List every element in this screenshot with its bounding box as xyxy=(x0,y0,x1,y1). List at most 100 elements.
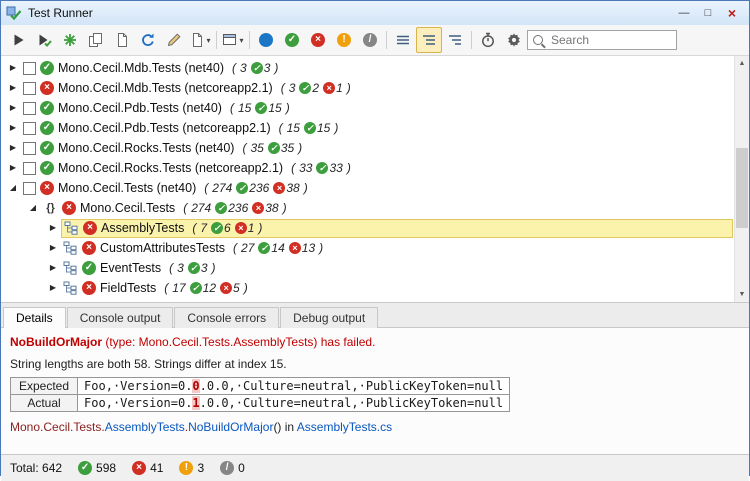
passed-count: ✓236 xyxy=(236,181,269,195)
view-tree-button[interactable] xyxy=(442,27,468,53)
diff-char: 1 xyxy=(192,396,199,410)
timer-button[interactable] xyxy=(475,27,501,53)
expand-icon[interactable]: ▶ xyxy=(5,164,21,172)
row-body: ✓Mono.Cecil.Pdb.Tests (net40)(15✓15) xyxy=(21,98,733,118)
row-body: ✓Mono.Cecil.Rocks.Tests (net40)(35✓35) xyxy=(21,138,733,158)
close-button[interactable]: × xyxy=(720,4,744,22)
status-failed-icon: × xyxy=(40,81,54,95)
test-counts: (3✓3) xyxy=(169,261,215,275)
status-failed-icon: × xyxy=(82,241,96,255)
test-tree-row[interactable]: ▶✓Mono.Cecil.Rocks.Tests (net40)(35✓35) xyxy=(1,138,749,158)
view-flat-button[interactable] xyxy=(390,27,416,53)
tab-debug-output[interactable]: Debug output xyxy=(280,307,378,328)
test-counts: (27✓14×13) xyxy=(233,241,323,255)
expand-icon[interactable]: ▶ xyxy=(5,64,21,72)
search-box[interactable] xyxy=(527,30,677,50)
search-input[interactable] xyxy=(549,32,671,48)
run-checked-tests-button[interactable] xyxy=(31,27,57,53)
failed-icon: × xyxy=(132,461,146,475)
failed-icon: × xyxy=(252,202,264,214)
test-counts: (15✓15) xyxy=(279,121,339,135)
row-checkbox[interactable] xyxy=(23,102,36,115)
refresh-button[interactable] xyxy=(135,27,161,53)
history-dropdown-button[interactable]: ▾ xyxy=(187,27,213,53)
test-counts: (274✓236×38) xyxy=(183,201,286,215)
test-tree-row[interactable]: ▶✓Mono.Cecil.Mdb.Tests (net40)(3✓3) xyxy=(1,58,749,78)
group-by-dropdown-button[interactable]: ▾ xyxy=(220,27,246,53)
settings-button[interactable] xyxy=(501,27,527,53)
diff-label: Actual xyxy=(11,395,78,412)
filter-failed-button[interactable]: × xyxy=(305,27,331,53)
maximize-button[interactable]: □ xyxy=(696,4,720,22)
stack-link[interactable]: AssemblyTests xyxy=(105,420,185,434)
row-checkbox[interactable] xyxy=(23,182,36,195)
stack-link[interactable]: NoBuildOrMajor xyxy=(188,420,273,434)
edit-button[interactable] xyxy=(161,27,187,53)
scrollbar-thumb[interactable] xyxy=(736,148,748,228)
test-tree-row[interactable]: ▶×CustomAttributesTests(27✓14×13) xyxy=(1,238,749,258)
collapse-icon[interactable]: ◢ xyxy=(5,184,21,192)
row-checkbox[interactable] xyxy=(23,82,36,95)
passed-count: ✓3 xyxy=(251,61,271,75)
status-passed-icon: ✓ xyxy=(40,121,54,135)
vertical-scrollbar[interactable]: ▲ ▼ xyxy=(734,56,749,302)
test-name: Mono.Cecil.Rocks.Tests (net40) xyxy=(58,141,234,155)
test-tree-row[interactable]: ▶✓EventTests(3✓3) xyxy=(1,258,749,278)
scroll-up-icon[interactable]: ▲ xyxy=(735,56,749,71)
repeat-run-button[interactable] xyxy=(83,27,109,53)
row-checkbox[interactable] xyxy=(23,142,36,155)
stack-link[interactable]: AssemblyTests.cs xyxy=(297,420,392,434)
row-checkbox[interactable] xyxy=(23,62,36,75)
new-session-button[interactable] xyxy=(57,27,83,53)
test-tree-row[interactable]: ▶×FieldTests(17✓12×5) xyxy=(1,278,749,298)
collapse-icon[interactable]: ◢ xyxy=(25,204,41,212)
stack-line: Mono.Cecil.Tests.AssemblyTests.NoBuildOr… xyxy=(10,420,740,434)
view-grouped-button[interactable] xyxy=(416,27,442,53)
failed-count: ×38 xyxy=(273,181,299,195)
filter-warning-button[interactable]: ! xyxy=(331,27,357,53)
tab-console-output[interactable]: Console output xyxy=(67,307,174,328)
window-controls: —□× xyxy=(672,4,744,22)
passed-count: ✓2 xyxy=(299,81,319,95)
search-icon xyxy=(533,35,543,45)
failed-icon: × xyxy=(273,182,285,194)
minimize-button[interactable]: — xyxy=(672,4,696,22)
failed-test-name: NoBuildOrMajor xyxy=(10,335,102,349)
failure-title: NoBuildOrMajor (type: Mono.Cecil.Tests.A… xyxy=(10,335,740,349)
status-failed-icon: × xyxy=(82,281,96,295)
toolbar-separator xyxy=(471,31,472,49)
expand-icon[interactable]: ▶ xyxy=(5,104,21,112)
run-document-button[interactable] xyxy=(109,27,135,53)
row-body: ✓Mono.Cecil.Pdb.Tests (netcoreapp2.1)(15… xyxy=(21,118,733,138)
expand-icon[interactable]: ▶ xyxy=(5,124,21,132)
test-tree-row[interactable]: ◢{}×Mono.Cecil.Tests(274✓236×38) xyxy=(1,198,749,218)
test-tree-row[interactable]: ▶✓Mono.Cecil.Rocks.Tests (netcoreapp2.1)… xyxy=(1,158,749,178)
test-tree-row[interactable]: ◢×Mono.Cecil.Tests (net40)(274✓236×38) xyxy=(1,178,749,198)
tab-details[interactable]: Details xyxy=(3,307,66,328)
expand-icon[interactable]: ▶ xyxy=(45,264,61,272)
tab-console-errors[interactable]: Console errors xyxy=(174,307,279,328)
filter-all-button[interactable] xyxy=(253,27,279,53)
row-body: ×Mono.Cecil.Tests (net40)(274✓236×38) xyxy=(21,178,733,198)
expand-icon[interactable]: ▶ xyxy=(45,284,61,292)
row-checkbox[interactable] xyxy=(23,122,36,135)
test-name: Mono.Cecil.Pdb.Tests (net40) xyxy=(58,101,222,115)
scroll-down-icon[interactable]: ▼ xyxy=(735,287,749,302)
test-tree-row[interactable]: ▶✓Mono.Cecil.Pdb.Tests (net40)(15✓15) xyxy=(1,98,749,118)
filter-passed-button[interactable]: ✓ xyxy=(279,27,305,53)
test-tree-row[interactable]: ▶×Mono.Cecil.Mdb.Tests (netcoreapp2.1)(3… xyxy=(1,78,749,98)
test-tree-row[interactable]: ▶✓Mono.Cecil.Pdb.Tests (netcoreapp2.1)(1… xyxy=(1,118,749,138)
filter-skipped-button[interactable]: / xyxy=(357,27,383,53)
expand-icon[interactable]: ▶ xyxy=(5,84,21,92)
failed-count: ×1 xyxy=(235,221,255,235)
toolbar-buttons: ▾ ▾ ✓×!/ xyxy=(5,27,527,53)
run-tests-button[interactable] xyxy=(5,27,31,53)
test-tree-row[interactable]: ▶×AssemblyTests(7✓6×1) xyxy=(1,218,749,238)
diff-table: ExpectedFoo,·Version=0.0.0.0,·Culture=ne… xyxy=(10,377,510,412)
toolbar-separator xyxy=(216,31,217,49)
row-checkbox[interactable] xyxy=(23,162,36,175)
expand-icon[interactable]: ▶ xyxy=(45,244,61,252)
expand-icon[interactable]: ▶ xyxy=(5,144,21,152)
expand-icon[interactable]: ▶ xyxy=(45,224,61,232)
test-counts: (35✓35) xyxy=(242,141,302,155)
